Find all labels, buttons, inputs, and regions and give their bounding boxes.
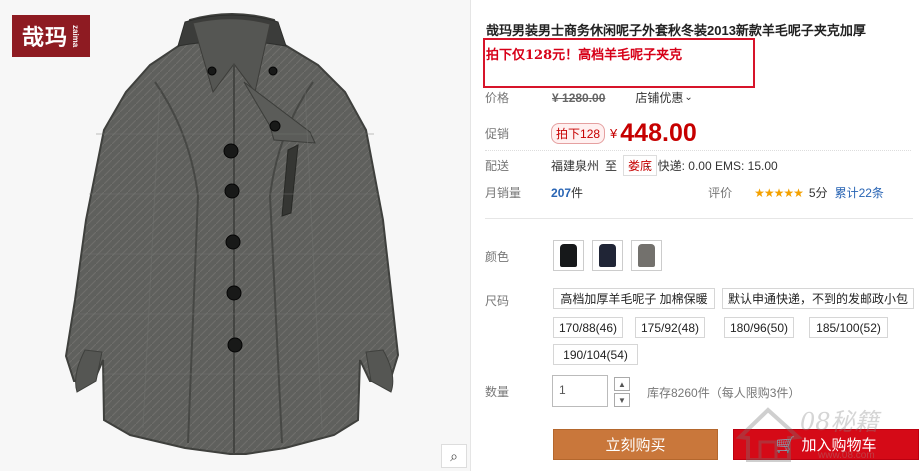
color-option-black[interactable] <box>553 240 584 271</box>
up-arrow-icon[interactable]: ▲ <box>614 377 630 391</box>
color-options <box>553 240 662 271</box>
coat-swatch-icon <box>560 244 577 267</box>
options-divider <box>485 218 913 219</box>
add-to-cart-button[interactable]: 🛒 加入购物车 <box>733 429 919 460</box>
origin: 福建泉州 <box>551 159 600 173</box>
add-to-cart-label: 加入购物车 <box>801 437 877 454</box>
shipping-cost: 快递: 0.00 EMS: 15.00 <box>657 159 778 173</box>
chevron-down-icon[interactable]: ⌄ <box>684 92 692 103</box>
size-option[interactable]: 默认申通快递，不到的发邮政小包 <box>722 288 914 309</box>
brand-logo-chinese: 哉玛 <box>21 25 68 51</box>
sale-row: 促销 拍下128 ¥ 448.00 <box>485 119 697 148</box>
size-option[interactable]: 185/100(52) <box>809 317 888 338</box>
original-price: ¥ 1280.00 <box>552 90 606 105</box>
star-rating-icon: ★★★★★ <box>754 185 804 200</box>
sale-currency: ¥ <box>610 126 618 141</box>
coat-swatch-icon <box>638 244 655 267</box>
stock-info: 库存8260件（每人限购3件） <box>647 386 801 400</box>
price-row: 价格 ¥ 1280.00 店铺优惠 ⌄ <box>485 89 693 106</box>
size-label-row: 尺码 <box>485 292 509 309</box>
delivery-label: 配送 <box>485 159 510 173</box>
quantity-label-row: 数量 <box>485 383 509 400</box>
sale-badge: 拍下128 <box>551 123 606 144</box>
size-option[interactable]: 180/96(50) <box>724 317 794 338</box>
coat-photo <box>64 13 400 455</box>
rating-score: 5分 <box>808 186 828 200</box>
color-option-gray[interactable] <box>631 240 662 271</box>
destination-select[interactable]: 娄底 <box>623 155 658 176</box>
size-option[interactable]: 170/88(46) <box>553 317 623 338</box>
promo-text: 拍下仅128元！高档羊毛呢子夹克 <box>486 48 683 63</box>
sales-label: 月销量 <box>485 186 522 200</box>
brand-logo: 哉玛 zaima <box>12 15 90 57</box>
size-option[interactable]: 190/104(54) <box>553 344 638 365</box>
size-label: 尺码 <box>485 294 510 308</box>
quantity-label: 数量 <box>485 385 510 399</box>
color-label-row: 颜色 <box>485 248 509 265</box>
chevron-down-icon[interactable]: ⌄ <box>644 160 652 171</box>
coat-body <box>64 13 400 455</box>
size-option[interactable]: 175/92(48) <box>635 317 705 338</box>
coat-swatch-icon <box>599 244 616 267</box>
sales-row: 月销量 207 件 评价 ★★★★★ 5分 累计22条 <box>485 184 884 201</box>
brand-logo-english: zaima <box>71 24 80 48</box>
reviews-link[interactable]: 累计22条 <box>835 184 884 201</box>
sale-price: 448.00 <box>620 119 697 147</box>
sale-label: 促销 <box>485 127 510 141</box>
cart-icon: 🛒 <box>775 436 796 454</box>
color-option-navy[interactable] <box>592 240 623 271</box>
sales-unit: 件 <box>571 186 584 200</box>
product-title: 哉玛男装男士商务休闲呢子外套秋冬装2013新款羊毛呢子夹克加厚 <box>486 23 866 38</box>
magnifier-icon[interactable]: ⌕ <box>441 444 467 468</box>
buy-now-label: 立刻购买 <box>605 437 666 454</box>
delivery-to: 至 <box>605 159 618 173</box>
color-label: 颜色 <box>485 250 510 264</box>
shop-discount-dropdown[interactable]: 店铺优惠 <box>635 89 683 106</box>
down-arrow-icon[interactable]: ▼ <box>614 393 630 407</box>
price-label: 价格 <box>485 91 510 105</box>
buy-now-button[interactable]: 立刻购买 <box>553 429 718 460</box>
product-image[interactable]: 哉玛 zaima ⌕ <box>0 0 471 471</box>
size-option[interactable]: 高档加厚羊毛呢子 加棉保暖 <box>553 288 715 309</box>
delivery-row: 配送 福建泉州 至 娄底 ⌄ 快递: 0.00 EMS: 15.00 <box>485 155 778 176</box>
product-info: 哉玛男装男士商务休闲呢子外套秋冬装2013新款羊毛呢子夹克加厚 拍下仅128元！… <box>471 0 921 471</box>
sales-count: 207 <box>551 185 572 200</box>
quantity-input[interactable]: 1 <box>552 375 608 407</box>
rating-label: 评价 <box>708 186 733 200</box>
